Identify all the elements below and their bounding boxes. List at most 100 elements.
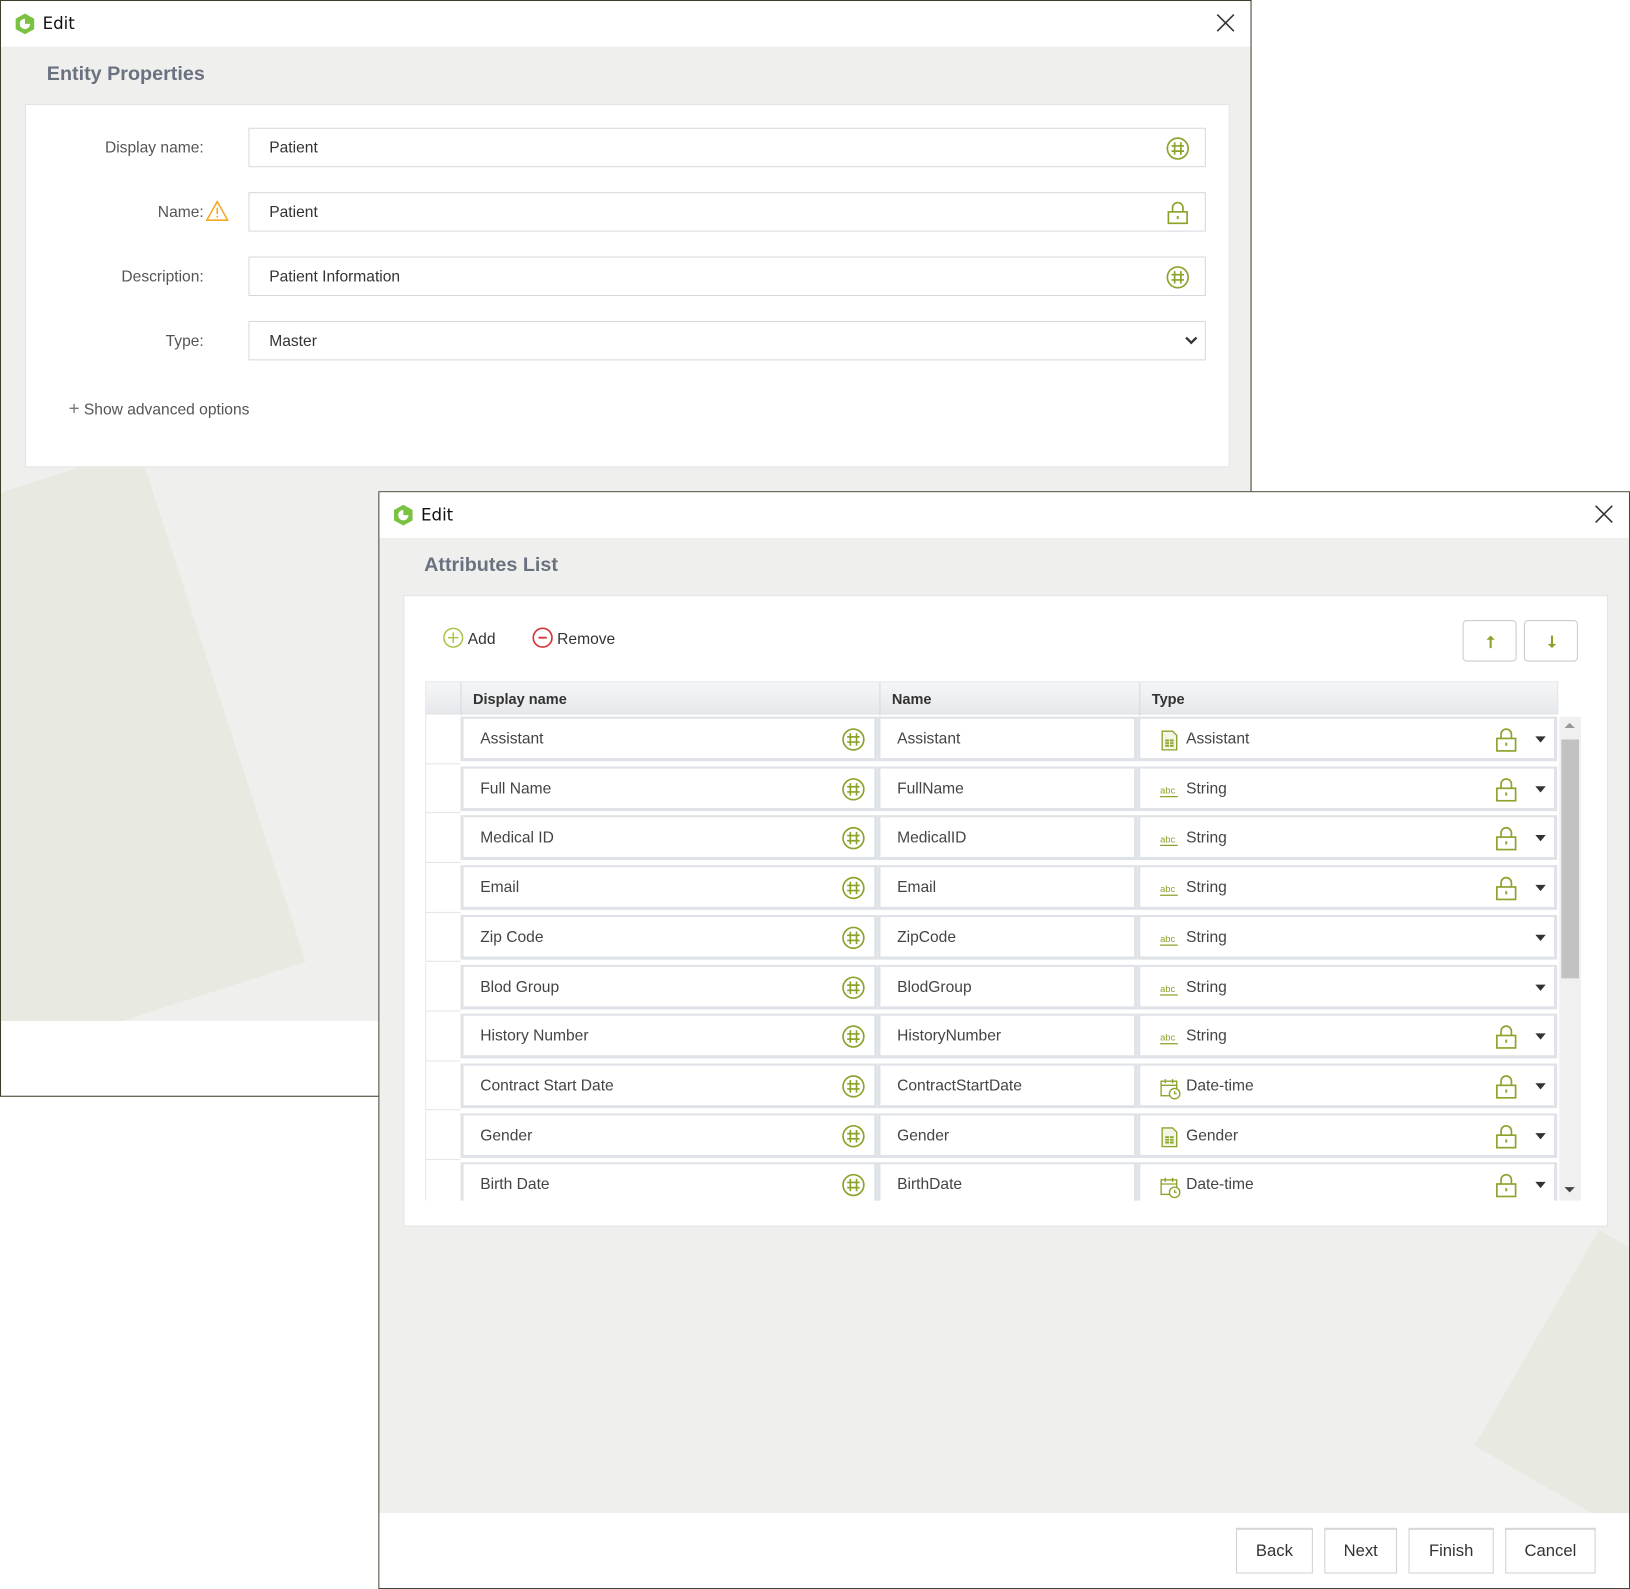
type-dropdown-arrow-icon[interactable] <box>1535 934 1546 941</box>
name-cell[interactable]: Gender <box>877 1112 1138 1158</box>
globe-translate-icon[interactable] <box>841 826 866 851</box>
lock-icon[interactable] <box>1494 1122 1519 1149</box>
lock-icon[interactable] <box>1494 1023 1519 1050</box>
name-cell[interactable]: Assistant <box>877 716 1138 762</box>
display-name-cell[interactable]: Contract Start Date <box>460 1063 878 1109</box>
row-header[interactable] <box>425 813 461 864</box>
table-row[interactable]: History Number HistoryNumber abc String <box>425 1011 1558 1062</box>
type-select[interactable]: Master <box>248 320 1206 361</box>
type-dropdown-arrow-icon[interactable] <box>1535 1033 1546 1040</box>
display-name-cell[interactable]: History Number <box>460 1013 878 1059</box>
globe-translate-icon[interactable] <box>841 1024 866 1049</box>
row-header[interactable] <box>425 1011 461 1062</box>
type-cell[interactable]: Gender <box>1137 1112 1558 1158</box>
display-name-cell[interactable]: Zip Code <box>460 914 878 960</box>
type-cell[interactable]: abc String <box>1137 1013 1558 1059</box>
display-name-cell[interactable]: Assistant <box>460 716 878 762</box>
lock-icon[interactable] <box>1165 200 1190 225</box>
show-advanced-options-link[interactable]: + Show advanced options <box>69 398 250 420</box>
name-field[interactable]: Patient <box>248 192 1206 232</box>
column-header-display-name[interactable]: Display name <box>473 691 567 708</box>
next-button[interactable]: Next <box>1324 1527 1398 1574</box>
lock-icon[interactable] <box>1494 726 1519 753</box>
table-row[interactable]: Assistant Assistant Assistant <box>425 714 1558 764</box>
type-dropdown-arrow-icon[interactable] <box>1535 884 1546 892</box>
lock-icon[interactable] <box>1494 825 1519 852</box>
scroll-up-icon[interactable] <box>1564 722 1575 729</box>
display-name-field[interactable]: Patient <box>248 127 1206 168</box>
display-name-cell[interactable]: Email <box>460 865 878 910</box>
row-header[interactable] <box>425 1110 461 1161</box>
table-row[interactable]: Birth Date BirthDate Date-time <box>425 1160 1558 1201</box>
type-dropdown-arrow-icon[interactable] <box>1535 785 1546 793</box>
back-button[interactable]: Back <box>1235 1527 1313 1574</box>
display-name-cell[interactable]: Blod Group <box>460 964 878 1009</box>
globe-translate-icon[interactable] <box>1165 265 1190 290</box>
globe-translate-icon[interactable] <box>841 925 866 950</box>
row-header[interactable] <box>425 714 461 764</box>
table-row[interactable]: Blod Group BlodGroup abc String <box>425 962 1558 1012</box>
type-cell[interactable]: abc String <box>1137 914 1558 960</box>
close-icon[interactable] <box>1594 504 1615 525</box>
row-header[interactable] <box>425 863 461 913</box>
type-cell[interactable]: Date-time <box>1137 1162 1558 1201</box>
table-row[interactable]: Full Name FullName abc String <box>425 764 1558 814</box>
globe-translate-icon[interactable] <box>841 727 866 752</box>
display-name-cell[interactable]: Medical ID <box>460 815 878 861</box>
name-cell[interactable]: Email <box>877 865 1138 910</box>
type-dropdown-arrow-icon[interactable] <box>1535 835 1546 842</box>
lock-icon[interactable] <box>1494 875 1519 902</box>
chevron-down-icon[interactable] <box>1184 335 1199 345</box>
type-dropdown-arrow-icon[interactable] <box>1535 736 1546 743</box>
type-dropdown-arrow-icon[interactable] <box>1535 1132 1546 1139</box>
name-cell[interactable]: FullName <box>877 766 1138 811</box>
move-up-button[interactable] <box>1462 620 1517 662</box>
close-icon[interactable] <box>1215 12 1236 33</box>
description-field[interactable]: Patient Information <box>248 256 1206 297</box>
globe-translate-icon[interactable] <box>1165 136 1190 161</box>
scrollbar-thumb[interactable] <box>1561 739 1580 979</box>
name-cell[interactable]: BirthDate <box>877 1162 1138 1201</box>
type-cell[interactable]: abc String <box>1137 964 1558 1009</box>
lock-icon[interactable] <box>1494 1073 1519 1100</box>
move-down-button[interactable] <box>1523 620 1578 662</box>
globe-translate-icon[interactable] <box>841 1123 866 1148</box>
globe-translate-icon[interactable] <box>841 876 866 901</box>
type-cell[interactable]: abc String <box>1137 815 1558 861</box>
type-dropdown-arrow-icon[interactable] <box>1535 984 1546 991</box>
name-cell[interactable]: ZipCode <box>877 914 1138 960</box>
column-header-name[interactable]: Name <box>892 691 932 708</box>
name-cell[interactable]: MedicalID <box>877 815 1138 861</box>
globe-translate-icon[interactable] <box>841 975 866 1000</box>
type-cell[interactable]: Date-time <box>1137 1063 1558 1109</box>
display-name-cell[interactable]: Birth Date <box>460 1162 878 1201</box>
table-row[interactable]: Contract Start Date ContractStartDate Da… <box>425 1061 1558 1111</box>
type-cell[interactable]: Assistant <box>1137 716 1558 762</box>
type-cell[interactable]: abc String <box>1137 766 1558 811</box>
type-dropdown-arrow-icon[interactable] <box>1535 1083 1546 1090</box>
table-row[interactable]: Gender Gender Gender <box>425 1110 1558 1161</box>
finish-button[interactable]: Finish <box>1408 1527 1494 1574</box>
table-row[interactable]: Zip Code ZipCode abc String <box>425 912 1558 963</box>
globe-translate-icon[interactable] <box>841 777 866 802</box>
name-cell[interactable]: BlodGroup <box>877 964 1138 1009</box>
row-header[interactable] <box>425 912 461 963</box>
display-name-cell[interactable]: Gender <box>460 1112 878 1158</box>
name-cell[interactable]: ContractStartDate <box>877 1063 1138 1109</box>
row-header[interactable] <box>425 764 461 814</box>
row-header[interactable] <box>425 1061 461 1111</box>
table-row[interactable]: Email Email abc String <box>425 863 1558 913</box>
lock-icon[interactable] <box>1494 776 1519 803</box>
grid-vertical-scrollbar[interactable] <box>1559 716 1582 1201</box>
cancel-button[interactable]: Cancel <box>1505 1527 1596 1574</box>
display-name-cell[interactable]: Full Name <box>460 766 878 811</box>
table-row[interactable]: Medical ID MedicalID abc String <box>425 813 1558 864</box>
lock-icon[interactable] <box>1494 1172 1519 1199</box>
name-cell[interactable]: HistoryNumber <box>877 1013 1138 1059</box>
row-header[interactable] <box>425 1160 461 1201</box>
type-dropdown-arrow-icon[interactable] <box>1535 1182 1546 1189</box>
globe-translate-icon[interactable] <box>841 1074 866 1099</box>
remove-button[interactable]: Remove <box>532 627 615 648</box>
add-button[interactable]: Add <box>443 627 496 648</box>
row-header[interactable] <box>425 962 461 1012</box>
